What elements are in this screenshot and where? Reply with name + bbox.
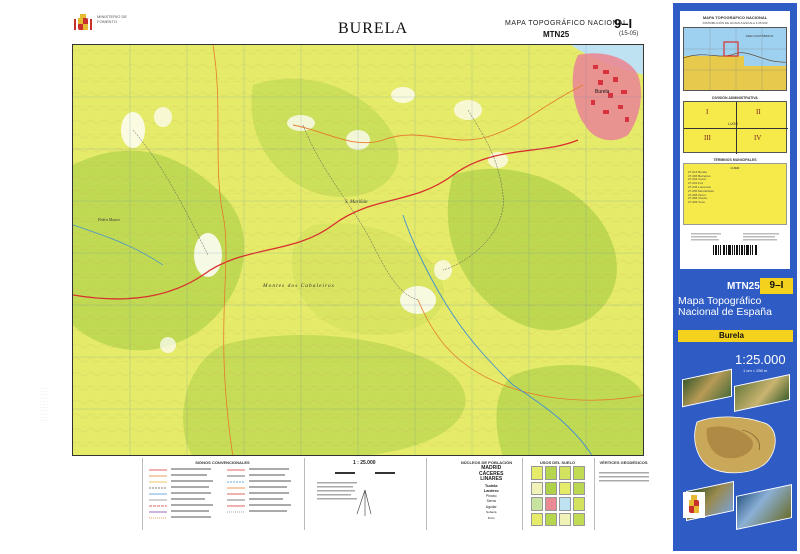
index-title: MAPA TOPOGRÁFICO NACIONAL [702,15,768,20]
map-title: BURELA [338,20,408,37]
index-subtitle: DISTRIBUCIÓN DE HOJAS A ESCALA 1:25.000 [702,21,768,25]
clearing [160,337,176,353]
admin-map[interactable]: I II III IV LUGO [683,101,788,154]
cover-scale-ratio: 1 cm = 250 m [743,368,768,373]
legend-vertices: VÉRTICES GEODÉSICOS [594,458,652,530]
cover-series-code: MTN25 [727,281,760,292]
iberia-map-icon [694,416,776,474]
topographic-map[interactable]: Burela S. Mariñán Montes dos Cabaleiros … [72,44,644,456]
label-burela: Burela [595,89,610,95]
cover-sheet-number: 9–I [760,278,793,294]
clearing [154,107,172,127]
clearing [194,233,222,277]
legend-vertices-title: VÉRTICES GEODÉSICOS [599,460,648,465]
sheet-number: 9–I [614,16,633,31]
sheet-subnumber: (15-05) [619,31,639,37]
label-mariñan: S. Mariñán [345,200,368,205]
spain-crest-cover-icon [683,492,705,518]
term-list: LUGO 27-014 Burela 27-006 Barreiros 27-0… [683,163,787,225]
term-title: TÉRMINOS MUNICIPALES [713,158,757,162]
series-name: MAPA TOPOGRÁFICO NACIONAL [505,20,628,27]
legend-scale-title: 1 : 25.000 [353,460,376,466]
series-code: MTN25 [543,30,570,39]
label-valley: Pedra Moura [97,217,120,222]
clearing [391,87,415,103]
vertices-table [599,472,649,482]
legend-signos: SIGNOS CONVENCIONALES [142,458,302,530]
usos-swatches [531,466,585,526]
legend-signos-symbols [149,468,291,519]
legend-usos-title: USOS DEL SUELO [539,460,576,465]
legend-towns: MADRID CÁCERES LINARES Tudela Lardero Pi… [479,465,504,520]
ministry-label: MINISTERIO DE FOMENTO [97,14,128,24]
scale-bar-and-north [315,472,415,516]
cover-title: Mapa Topográfico Nacional de España [678,295,772,318]
declination-table: · · · · · · · · · · · · · · · · · · · · … [40,388,48,423]
admin-title: DIVISIÓN ADMINISTRATIVA [712,96,758,100]
spain-crest-icon [74,14,92,30]
legend-scale-block: 1 : 25.000 [304,458,424,530]
map-legend: SIGNOS CONVENCIONALES 1: 25.000 NÚCLEOS… [72,458,652,530]
legend-usos: USOS DEL SUELO [522,458,592,530]
barcode-icon [683,231,787,259]
legend-signos-title: SIGNOS CONVENCIONALES [195,460,250,465]
index-map[interactable]: MAR CANTÁBRICO [683,27,787,91]
cover-place-name: Burela [719,331,744,340]
map-canvas: Burela S. Mariñán Montes dos Cabaleiros … [73,45,643,455]
cover-scale: 1:25.000 [735,352,786,367]
label-range: Montes dos Cabaleiros [262,283,335,289]
